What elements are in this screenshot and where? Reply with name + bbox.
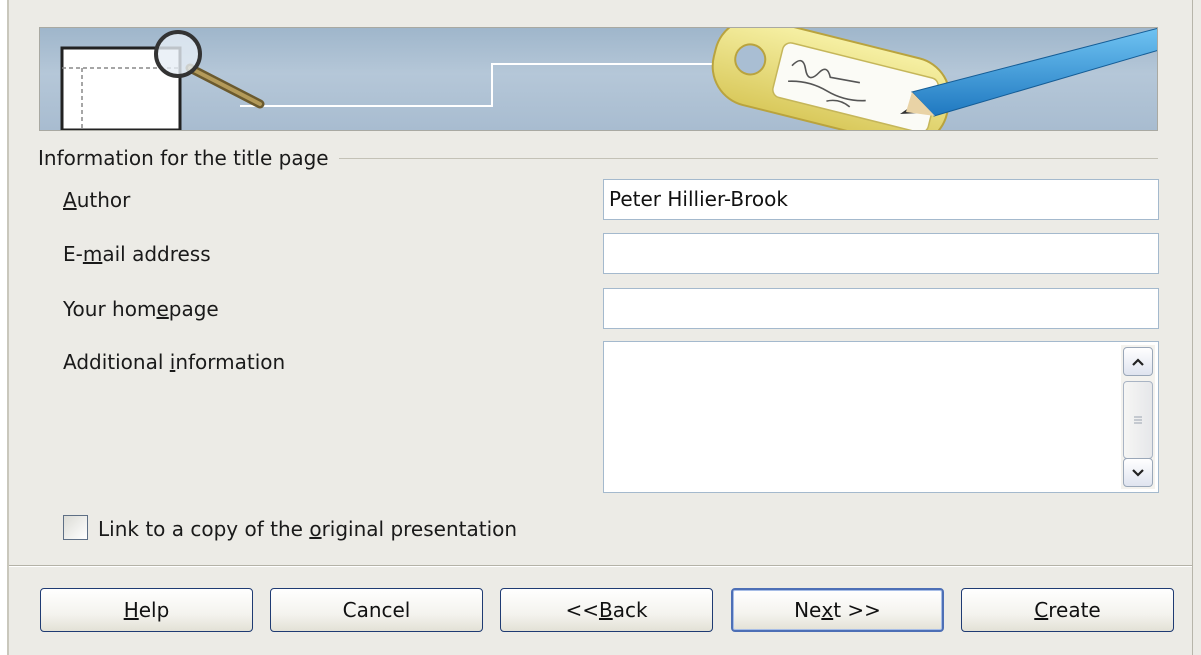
email-input[interactable] [603,233,1159,274]
button-area-divider [9,565,1192,567]
link-original-checkbox-label[interactable]: Link to a copy of the original presentat… [98,516,517,542]
link-original-checkbox[interactable] [63,515,88,540]
help-button[interactable]: Help [40,588,253,632]
chevron-down-icon [1132,468,1144,477]
additional-info-scrollbar[interactable] [1121,345,1155,489]
additional-info-label: Additional information [63,350,286,374]
cancel-button[interactable]: Cancel [270,588,483,632]
window-left-edge [0,0,9,655]
homepage-input[interactable] [603,288,1159,329]
window-right-edge [1192,0,1201,655]
title-page-group-label: Information for the title page [38,145,339,171]
additional-info-textarea[interactable] [603,341,1159,493]
chevron-up-icon [1132,357,1144,366]
author-label: Author [63,188,131,212]
next-button[interactable]: Ne x t >> [731,588,944,632]
grip-icon [1134,416,1142,424]
author-input[interactable]: Peter Hillier-Brook [603,179,1159,220]
homepage-label: Your homepage [63,297,219,321]
scroll-thumb[interactable] [1123,381,1153,459]
back-button[interactable]: << Back [500,588,713,632]
create-button[interactable]: Create [961,588,1174,632]
email-label: E-mail address [63,242,211,266]
scroll-down-button[interactable] [1123,458,1153,487]
wizard-banner-image [39,27,1158,131]
scroll-up-button[interactable] [1123,347,1153,376]
key-tag-icon [711,28,951,130]
banner-illustration [60,28,1157,130]
